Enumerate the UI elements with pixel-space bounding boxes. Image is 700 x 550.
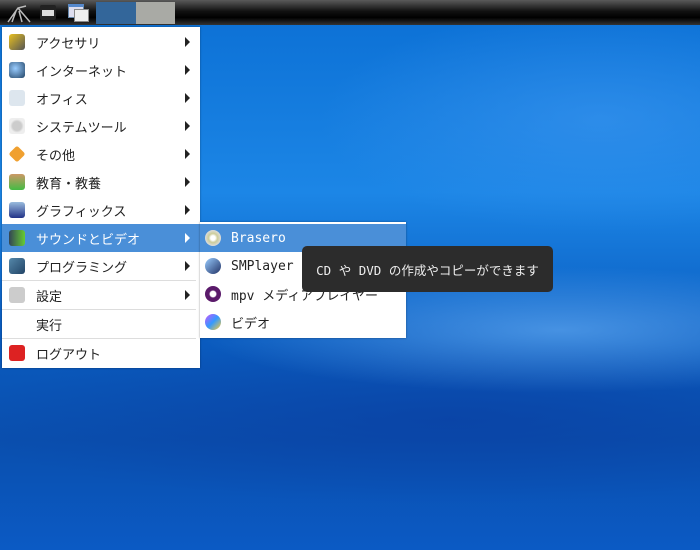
- menu-item[interactable]: 実行: [2, 310, 200, 338]
- menu-item[interactable]: インターネット: [2, 56, 200, 84]
- menu-item-label: グラフィックス: [36, 204, 127, 220]
- submenu-item[interactable]: ビデオ: [200, 308, 406, 336]
- submenu-arrow-icon: [185, 121, 190, 131]
- submenu-arrow-icon: [185, 93, 190, 103]
- submenu-arrow-icon: [185, 65, 190, 75]
- menu-item[interactable]: ログアウト: [2, 339, 200, 367]
- submenu-arrow-icon: [185, 233, 190, 243]
- menu-item-label: 教育・教養: [36, 176, 102, 192]
- menu-item-label: ログアウト: [36, 347, 102, 363]
- show-desktop-button[interactable]: [68, 2, 90, 24]
- system-gear-icon: [9, 118, 25, 134]
- submenu-arrow-icon: [185, 37, 190, 47]
- menu-item-label: オフィス: [36, 92, 88, 108]
- logout-power-icon: [9, 345, 25, 361]
- menu-item-label: インターネット: [36, 64, 128, 80]
- menu-item-label: その他: [36, 148, 76, 164]
- settings-icon: [9, 287, 25, 303]
- submenu-arrow-icon: [185, 290, 190, 300]
- folder-icon: [42, 10, 54, 16]
- menu-item-label: サウンドとビデオ: [36, 232, 141, 248]
- menu-item[interactable]: その他: [2, 140, 200, 168]
- education-flask-icon: [9, 174, 25, 190]
- smplayer-icon: [205, 258, 221, 274]
- blank-icon: [9, 316, 25, 332]
- menu-item[interactable]: アクセサリ: [2, 28, 200, 56]
- menu-item[interactable]: 設定: [2, 281, 200, 309]
- taskbar-button-1[interactable]: [96, 2, 136, 24]
- menu-item[interactable]: サウンドとビデオ: [2, 224, 200, 252]
- submenu-arrow-icon: [185, 205, 190, 215]
- menu-item[interactable]: グラフィックス: [2, 196, 200, 224]
- tooltip: CD や DVD の作成やコピーができます: [302, 246, 553, 292]
- top-panel: [0, 0, 700, 25]
- internet-globe-icon: [9, 62, 25, 78]
- file-manager-button[interactable]: [40, 5, 56, 20]
- multimedia-icon: [9, 230, 25, 246]
- submenu-arrow-icon: [185, 149, 190, 159]
- menu-item-label: プログラミング: [36, 260, 128, 276]
- accessories-icon: [9, 34, 25, 50]
- lxqt-logo-icon: [7, 5, 31, 23]
- video-play-icon: [205, 314, 221, 330]
- programming-icon: [9, 258, 25, 274]
- main-menu: アクセサリインターネット オフィスシステムツール その他教育・教養グラフィックス サウ…: [2, 27, 200, 368]
- graphics-icon: [9, 202, 25, 218]
- menu-item-label: システムツール: [36, 120, 127, 136]
- menu-item-label: アクセサリ: [36, 36, 101, 52]
- menu-item-label: 設定: [36, 289, 63, 305]
- menu-item[interactable]: プログラミング: [2, 252, 200, 280]
- office-icon: [9, 90, 25, 106]
- taskbar-button-2[interactable]: [136, 2, 175, 24]
- menu-item-label: ビデオ: [231, 316, 271, 332]
- menu-item[interactable]: 教育・教養: [2, 168, 200, 196]
- menu-item-label: 実行: [36, 318, 63, 334]
- menu-item[interactable]: システムツール: [2, 112, 200, 140]
- submenu-arrow-icon: [185, 177, 190, 187]
- mpv-icon: [205, 286, 221, 302]
- menu-item-label: Brasero: [231, 230, 286, 246]
- submenu-arrow-icon: [185, 261, 190, 271]
- app-menu-button[interactable]: [4, 2, 34, 24]
- brasero-disc-icon: [205, 230, 221, 246]
- menu-item[interactable]: オフィス: [2, 84, 200, 112]
- other-diamond-icon: [8, 145, 26, 163]
